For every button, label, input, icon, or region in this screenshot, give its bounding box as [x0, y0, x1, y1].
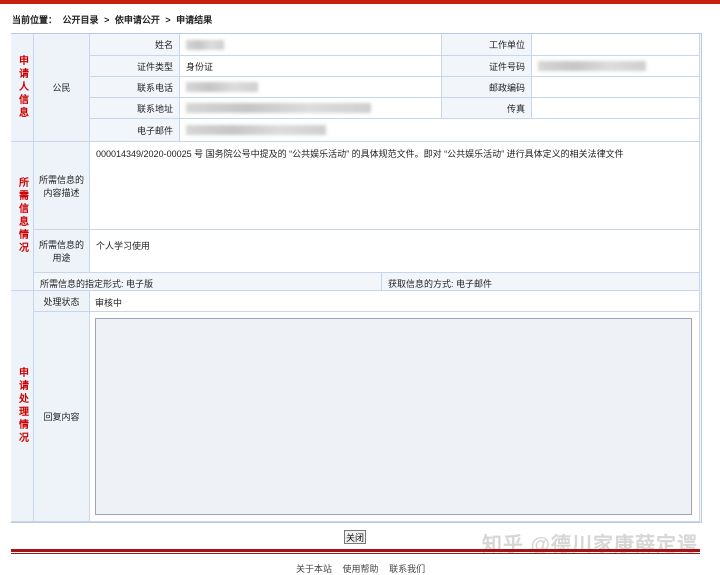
- breadcrumb-prefix: 当前位置：: [12, 15, 58, 25]
- work-unit-value: [532, 34, 700, 56]
- status-value: 审核中: [90, 291, 700, 312]
- fax-label: 传真: [442, 98, 532, 119]
- info-format: 所需信息的指定形式: 电子版: [34, 273, 382, 291]
- email-value: [180, 119, 700, 142]
- work-unit-label: 工作单位: [442, 34, 532, 56]
- status-label: 处理状态: [34, 291, 90, 312]
- name-value: [180, 34, 442, 56]
- reply-label: 回复内容: [34, 312, 90, 522]
- breadcrumb-link-apply[interactable]: 依申请公开: [115, 15, 160, 25]
- phone-label: 联系电话: [90, 77, 180, 98]
- applicant-type-label: 公民: [34, 34, 90, 142]
- breadcrumb-current: 申请结果: [176, 15, 213, 25]
- info-delivery-method: 获取信息的方式: 电子邮件: [382, 273, 700, 291]
- content-description-value: 000014349/2020-00025 号 国务院公号中提及的 “公共娱乐活动…: [90, 142, 700, 230]
- reply-textarea[interactable]: [95, 318, 692, 515]
- redacted-phone: [186, 82, 258, 92]
- footer-divider: [11, 549, 700, 552]
- redacted-id-number: [538, 61, 646, 71]
- id-number-label: 证件号码: [442, 56, 532, 77]
- footer-links: 关于本站 使用帮助 联系我们: [296, 562, 433, 575]
- breadcrumb-separator: >: [104, 15, 110, 25]
- phone-value: [180, 77, 442, 98]
- name-label: 姓名: [90, 34, 180, 56]
- section-applicant-info: 申请人信息: [11, 34, 34, 142]
- redacted-address: [186, 103, 371, 113]
- footer-link-about[interactable]: 关于本站: [296, 564, 332, 574]
- address-label: 联系地址: [90, 98, 180, 119]
- purpose-value: 个人学习使用: [90, 230, 700, 273]
- email-label: 电子邮件: [90, 119, 180, 142]
- id-number-value: [532, 56, 700, 77]
- content-description-label: 所需信息的内容描述: [34, 142, 90, 230]
- postcode-label: 邮政编码: [442, 77, 532, 98]
- footer-divider-thin: [11, 553, 700, 554]
- fax-value: [532, 98, 700, 119]
- section-processing: 申请处理情况: [11, 291, 34, 522]
- purpose-label: 所需信息的用途: [34, 230, 90, 273]
- address-value: [180, 98, 442, 119]
- footer-link-help[interactable]: 使用帮助: [343, 564, 379, 574]
- footer-link-contact[interactable]: 联系我们: [389, 564, 425, 574]
- top-accent-bar: [0, 0, 720, 4]
- close-button[interactable]: 关闭: [344, 530, 366, 544]
- breadcrumb: 当前位置： 公开目录 > 依申请公开 > 申请结果: [12, 13, 215, 26]
- breadcrumb-separator: >: [165, 15, 171, 25]
- id-type-value: 身份证: [180, 56, 442, 77]
- postcode-value: [532, 77, 700, 98]
- id-type-label: 证件类型: [90, 56, 180, 77]
- breadcrumb-link-catalog[interactable]: 公开目录: [63, 15, 99, 25]
- redacted-email: [186, 125, 326, 135]
- redacted-name: [186, 39, 224, 50]
- section-info-needed: 所需信息情况: [11, 142, 34, 291]
